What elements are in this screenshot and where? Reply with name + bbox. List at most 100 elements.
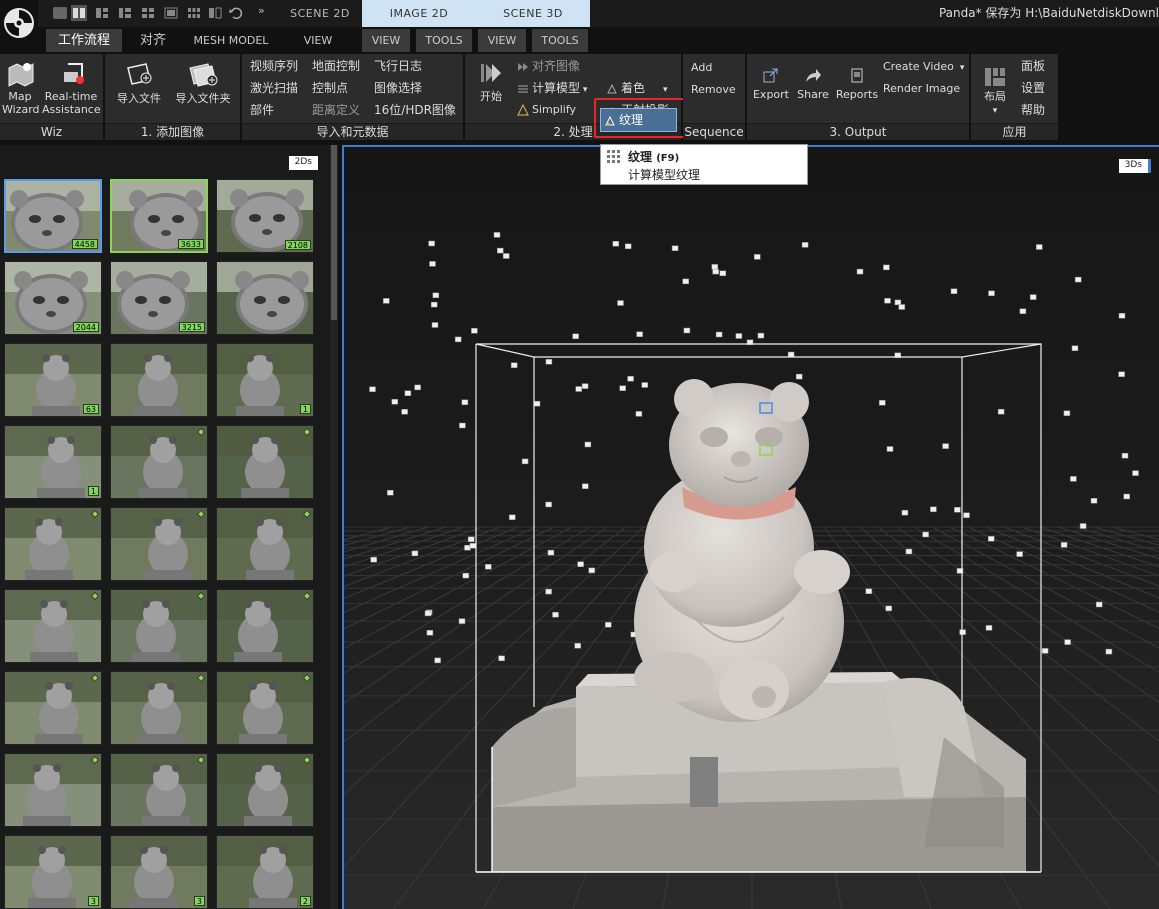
tab-workflow[interactable]: 工作流程 [46,29,122,52]
image-thumbnail[interactable] [110,753,208,827]
camera-point [497,247,504,254]
viewport-badge-3ds[interactable]: 3Ds [1118,159,1151,173]
flight-log-button[interactable]: 飞行日志 [374,57,422,75]
sequence-add-button[interactable]: Add [691,59,712,77]
images-scrollbar[interactable] [330,145,338,909]
tab-view[interactable]: VIEW [288,29,348,52]
image-thumbnail[interactable] [216,425,314,499]
layout-1-icon[interactable] [52,5,68,21]
app-logo[interactable] [0,0,38,48]
settings-button[interactable]: 设置 [1021,79,1045,97]
realtime-label-2: Assistance [42,103,101,116]
thumbnail-image [217,508,313,580]
viewport-3d[interactable]: 3Ds [342,145,1159,909]
image-thumbnail[interactable]: 1 [4,425,102,499]
layout-7-icon[interactable] [186,5,202,21]
colorize-button[interactable]: 着色 ▾ [606,79,668,97]
image-thumbnail[interactable] [110,671,208,745]
layout-5-icon[interactable] [140,5,156,21]
thumbnail-count-badge: 3 [87,896,99,906]
image-thumbnail[interactable]: 3 [4,835,102,909]
undo-icon[interactable] [228,5,244,21]
image-selection-button[interactable]: 图像选择 [374,79,422,97]
camera-point [997,408,1005,415]
tab-align[interactable]: 对齐 [128,29,178,52]
layout-3-icon[interactable] [94,5,110,21]
layout-8-icon[interactable] [207,5,223,21]
panel-badge-2ds[interactable]: 2Ds [288,156,318,170]
image-thumbnail[interactable]: 4458 [4,179,102,253]
sequence-remove-button[interactable]: Remove [691,81,736,99]
map-wizard-button[interactable]: Map Wizard [2,58,40,116]
compute-model-button[interactable]: 计算模型 ▾ [517,79,587,97]
align-images-button[interactable]: 对齐图像 [517,57,580,75]
realtime-assistance-button[interactable]: Real-time Assistance [42,58,101,116]
tab-mesh-model[interactable]: MESH MODEL [186,29,276,52]
image-thumbnail[interactable] [4,671,102,745]
start-button[interactable]: 开始 [473,58,509,103]
tab-tools-scene[interactable]: TOOLS [532,29,588,52]
layout-2-icon[interactable] [71,5,87,21]
layout-dropdown-icon[interactable]: ▾ [993,106,998,116]
images-scrollbar-thumb[interactable] [331,145,337,320]
image-thumbnail[interactable] [4,753,102,827]
export-button[interactable]: Export [751,66,791,101]
image-thumbnail[interactable]: 1 [216,343,314,417]
component-button[interactable]: 部件 [250,101,274,119]
image-thumbnail[interactable]: 63 [4,343,102,417]
help-button[interactable]: 帮助 [1021,101,1045,119]
tab-scene-3d[interactable]: SCENE 3D [476,0,590,27]
layout-4-icon[interactable] [117,5,133,21]
image-thumbnail[interactable] [4,507,102,581]
camera-point [574,643,581,649]
image-thumbnail[interactable]: 3633 [110,179,208,253]
panel-button[interactable]: 面板 [1021,57,1045,75]
camera-point [547,549,555,556]
image-thumbnail[interactable]: 3 [110,835,208,909]
colorize-dropdown-icon[interactable]: ▾ [663,85,668,95]
simplify-button[interactable]: Simplify [517,101,576,119]
tooltip-shortcut: (F9) [656,153,680,164]
tab-view-image[interactable]: VIEW [362,29,410,52]
create-video-dropdown-icon[interactable]: ▾ [960,63,965,73]
more-chevron[interactable]: » [258,4,265,17]
image-thumbnail[interactable] [4,589,102,663]
hdr-images-button[interactable]: 16位/HDR图像 [374,101,456,119]
image-thumbnail[interactable] [110,507,208,581]
import-files-button[interactable]: 导入文件 [109,58,169,105]
import-folder-button[interactable]: 导入文件夹 [169,58,237,105]
tab-tools-image[interactable]: TOOLS [416,29,472,52]
ground-control-button[interactable]: 地面控制 [312,57,360,75]
image-thumbnail[interactable]: 3215 [110,261,208,335]
image-thumbnail[interactable] [216,589,314,663]
image-thumbnail[interactable] [110,343,208,417]
image-thumbnail[interactable] [216,753,314,827]
tab-scene-2d[interactable]: SCENE 2D [278,0,362,27]
tab-image-2d[interactable]: IMAGE 2D [362,0,476,27]
image-thumbnail[interactable]: 2108 [216,179,314,253]
image-thumbnail[interactable] [216,671,314,745]
layout-button[interactable]: 布局 ▾ [977,66,1013,118]
camera-point [467,536,475,543]
share-button[interactable]: Share [793,66,833,101]
scene-3d-canvas[interactable] [344,147,1159,909]
image-thumbnail[interactable] [110,589,208,663]
layout-6-icon[interactable] [163,5,179,21]
video-sequence-button[interactable]: 视频序列 [250,57,298,75]
compute-model-dropdown-icon[interactable]: ▾ [580,85,588,95]
image-thumbnail[interactable]: 2 [216,835,314,909]
render-image-button[interactable]: Render Image [883,80,960,98]
image-thumbnail[interactable] [216,507,314,581]
create-video-button[interactable]: Create Video ▾ [883,58,964,76]
reports-button[interactable]: Reports [835,66,879,101]
image-thumbnail[interactable] [110,425,208,499]
image-thumbnail[interactable]: 2044 [4,261,102,335]
distance-definition-button[interactable]: 距离定义 [312,101,360,119]
control-points-button[interactable]: 控制点 [312,79,348,97]
laser-scan-button[interactable]: 激光扫描 [250,79,298,97]
thumbnail-image [217,672,313,744]
camera-point [411,550,419,557]
tab-view-scene[interactable]: VIEW [478,29,526,52]
image-thumbnail[interactable] [216,261,314,335]
tooltip-title: 纹理 (F9) [628,148,679,165]
